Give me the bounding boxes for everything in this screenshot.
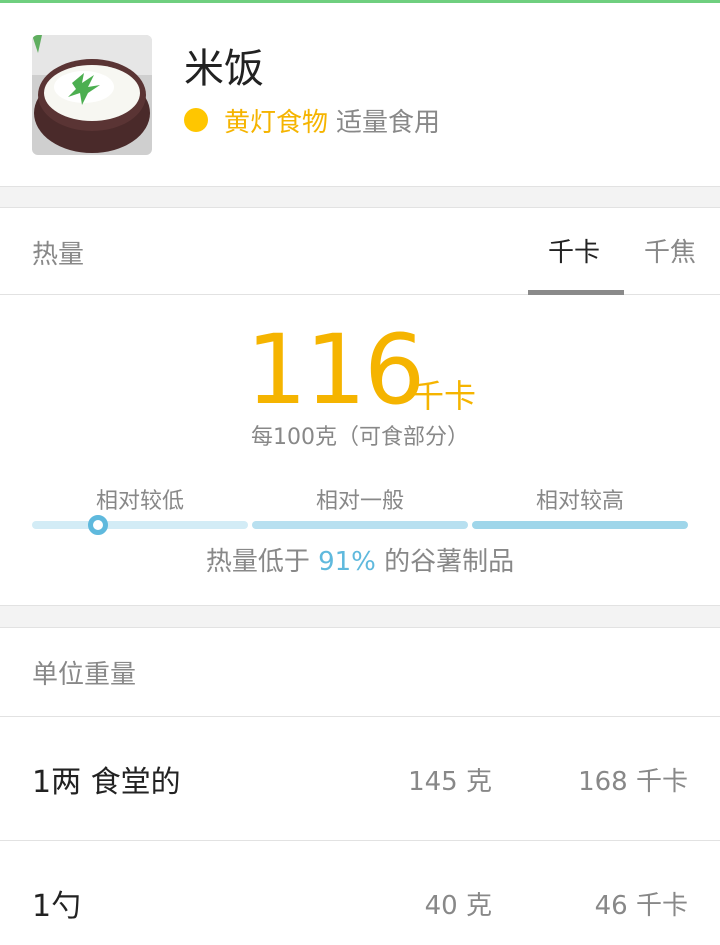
level-bar-high: [472, 521, 688, 529]
per-serving-note: 每100克（可食部分）: [251, 425, 469, 450]
food-header: 米饭 黄灯食物 适量食用: [0, 3, 720, 186]
light-label: 黄灯食物: [224, 107, 329, 138]
compare-percent: 91%: [318, 547, 376, 577]
unit-weight-row[interactable]: 1两 食堂的 145 克 168 千卡: [0, 717, 720, 841]
traffic-light-row: 黄灯食物 适量食用: [184, 103, 441, 138]
level-mid-label: 相对一般: [315, 489, 404, 514]
level-marker: [87, 515, 108, 535]
section-divider: [0, 186, 720, 208]
level-low-label: 相对较低: [95, 489, 184, 514]
tab-kcal[interactable]: 千卡: [548, 232, 600, 269]
energy-panel: 116 千卡 每100克（可食部分） 相对较低 相对一般 相对较高 热量低于 9…: [0, 295, 720, 605]
unit-name: 1两 食堂的: [32, 765, 181, 800]
compare-text: 热量低于 91% 的谷薯制品: [0, 541, 720, 578]
unit-grams: 145 克: [408, 767, 492, 797]
compare-prefix: 热量低于: [205, 547, 310, 577]
unit-energy: 168 千卡: [578, 767, 688, 797]
unit-weight-header: 单位重量: [0, 628, 720, 717]
level-bar-mid: [252, 521, 468, 529]
unit-energy: 46 千卡: [594, 891, 688, 921]
tab-kj[interactable]: 千焦: [644, 232, 696, 269]
yellow-light-icon: [184, 108, 208, 132]
unit-grams: 40 克: [424, 891, 492, 921]
light-advice: 适量食用: [336, 107, 441, 138]
level-high-label: 相对较高: [535, 489, 624, 514]
level-bar-low: [32, 521, 248, 529]
food-image: [32, 35, 152, 155]
energy-header: 热量 千卡 千焦: [0, 208, 720, 295]
energy-value: 116: [246, 314, 425, 426]
unit-weight-row[interactable]: 1勺 40 克 46 千卡: [0, 841, 720, 945]
unit-name: 1勺: [32, 889, 82, 924]
compare-suffix: 的谷薯制品: [384, 547, 515, 577]
unit-weight-title: 单位重量: [32, 660, 137, 690]
energy-title: 热量: [32, 240, 85, 270]
food-name: 米饭: [184, 46, 264, 92]
energy-unit: 千卡: [412, 377, 477, 415]
section-divider: [0, 605, 720, 628]
